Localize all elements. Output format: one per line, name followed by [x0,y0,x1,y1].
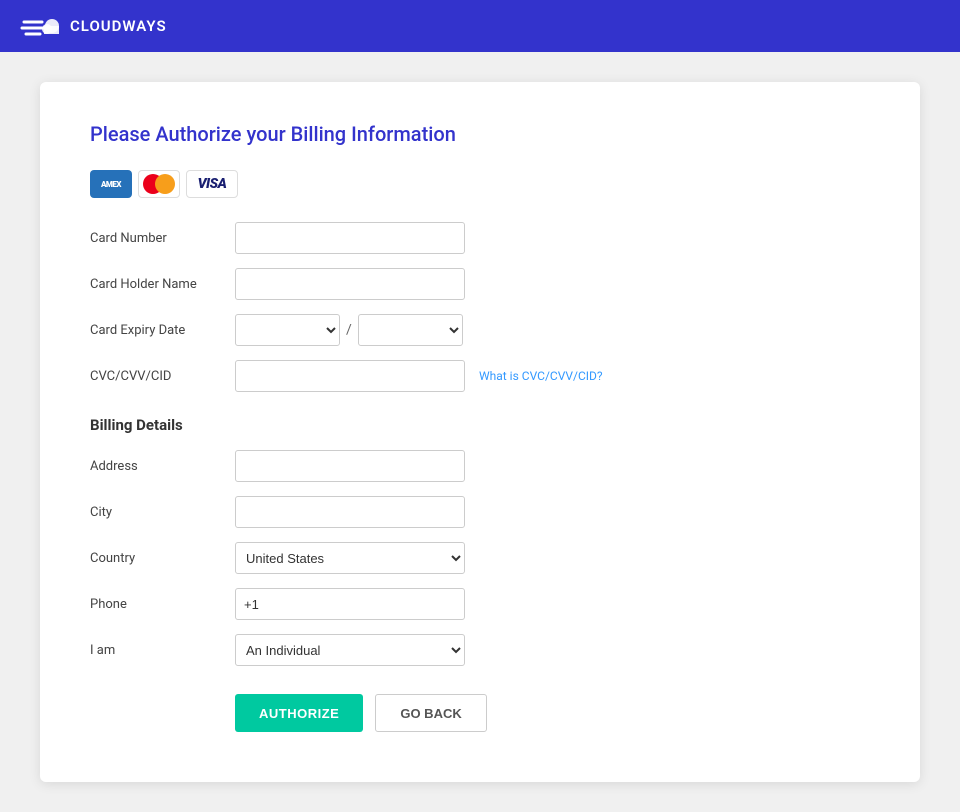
page-title: Please Authorize your Billing Informatio… [90,122,870,146]
i-am-select[interactable]: An Individual A Business [235,634,465,666]
expiry-container: 010203 040506 070809 101112 / 2024202520… [235,314,463,346]
country-select[interactable]: United States United Kingdom Canada Aust… [235,542,465,574]
i-am-row: I am An Individual A Business [90,634,870,666]
expiry-year-select[interactable]: 202420252026 202720282029 203020312032 [358,314,463,346]
expiry-label: Card Expiry Date [90,323,235,338]
i-am-label: I am [90,643,235,658]
card-number-input[interactable] [235,222,465,254]
city-label: City [90,505,235,520]
expiry-row: Card Expiry Date 010203 040506 070809 10… [90,314,870,346]
billing-card: Please Authorize your Billing Informatio… [40,82,920,782]
card-number-row: Card Number [90,222,870,254]
visa-icon: VISA [186,170,238,198]
cvc-input[interactable] [235,360,465,392]
phone-row: Phone [90,588,870,620]
cvc-container: What is CVC/CVV/CID? [235,360,603,392]
country-label: Country [90,551,235,566]
mastercard-icon [138,170,180,198]
phone-input[interactable] [235,588,465,620]
card-number-label: Card Number [90,231,235,246]
header-title: CLOUDWAYS [70,17,167,35]
card-holder-label: Card Holder Name [90,277,235,292]
go-back-button[interactable]: GO BACK [375,694,486,732]
expiry-month-select[interactable]: 010203 040506 070809 101112 [235,314,340,346]
card-brands: AMEX VISA [90,170,870,198]
city-input[interactable] [235,496,465,528]
cvc-row: CVC/CVV/CID What is CVC/CVV/CID? [90,360,870,392]
amex-icon: AMEX [90,170,132,198]
country-row: Country United States United Kingdom Can… [90,542,870,574]
card-holder-row: Card Holder Name [90,268,870,300]
city-row: City [90,496,870,528]
logo: CLOUDWAYS [20,12,167,40]
phone-label: Phone [90,597,235,612]
cvc-label: CVC/CVV/CID [90,369,235,384]
expiry-divider: / [346,322,352,338]
card-holder-input[interactable] [235,268,465,300]
cloudways-logo-icon [20,12,60,40]
header: CLOUDWAYS [0,0,960,52]
button-row: AUTHORIZE GO BACK [235,694,870,732]
main-content: Please Authorize your Billing Informatio… [0,52,960,812]
address-label: Address [90,459,235,474]
billing-section-title: Billing Details [90,416,870,434]
address-row: Address [90,450,870,482]
cvc-help-link[interactable]: What is CVC/CVV/CID? [479,369,603,383]
authorize-button[interactable]: AUTHORIZE [235,694,363,732]
address-input[interactable] [235,450,465,482]
